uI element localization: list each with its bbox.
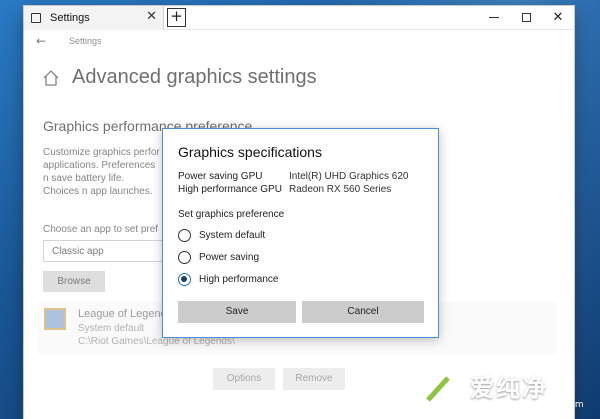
tab-settings[interactable]: Settings ✕ bbox=[24, 6, 164, 30]
radio-label: System default bbox=[199, 230, 266, 241]
radio-system-default[interactable]: System default bbox=[178, 229, 265, 242]
radio-button[interactable] bbox=[178, 251, 191, 264]
title-bar: Settings ✕ + ✕ bbox=[24, 6, 574, 30]
watermark-url: www.aichunjing.com bbox=[474, 400, 585, 410]
spec-value: Radeon RX 560 Series bbox=[289, 184, 392, 195]
minimize-icon bbox=[489, 17, 499, 18]
watermark: 爱纯净 www.aichunjing.com bbox=[414, 362, 600, 419]
radio-button-checked[interactable] bbox=[178, 273, 191, 286]
radio-label: High performance bbox=[199, 274, 279, 285]
maximize-icon bbox=[521, 13, 531, 22]
close-window-button[interactable]: ✕ bbox=[542, 6, 574, 30]
cancel-button[interactable]: Cancel bbox=[302, 301, 424, 323]
radio-button[interactable] bbox=[178, 229, 191, 242]
radio-power-saving[interactable]: Power saving bbox=[178, 251, 259, 264]
spec-value: Intel(R) UHD Graphics 620 bbox=[289, 171, 409, 182]
preference-label: Set graphics preference bbox=[178, 209, 285, 220]
save-button[interactable]: Save bbox=[178, 301, 296, 323]
minimize-button[interactable] bbox=[478, 6, 510, 30]
new-tab-button[interactable]: + bbox=[167, 8, 186, 27]
spec-key: Power saving GPU bbox=[178, 171, 263, 182]
maximize-button[interactable] bbox=[510, 6, 542, 30]
tab-title: Settings bbox=[50, 12, 90, 24]
dialog-title: Graphics specifications bbox=[178, 144, 322, 160]
spec-key: High performance GPU bbox=[178, 184, 282, 195]
aichunjing-logo bbox=[416, 368, 460, 410]
watermark-brand: 爱纯净 bbox=[470, 374, 548, 402]
window-icon bbox=[31, 13, 41, 23]
graphics-specifications-dialog: Graphics specifications Power saving GPU… bbox=[162, 128, 439, 338]
tab-close-icon[interactable]: ✕ bbox=[146, 10, 157, 24]
radio-label: Power saving bbox=[199, 252, 260, 263]
radio-high-performance[interactable]: High performance bbox=[178, 273, 278, 286]
